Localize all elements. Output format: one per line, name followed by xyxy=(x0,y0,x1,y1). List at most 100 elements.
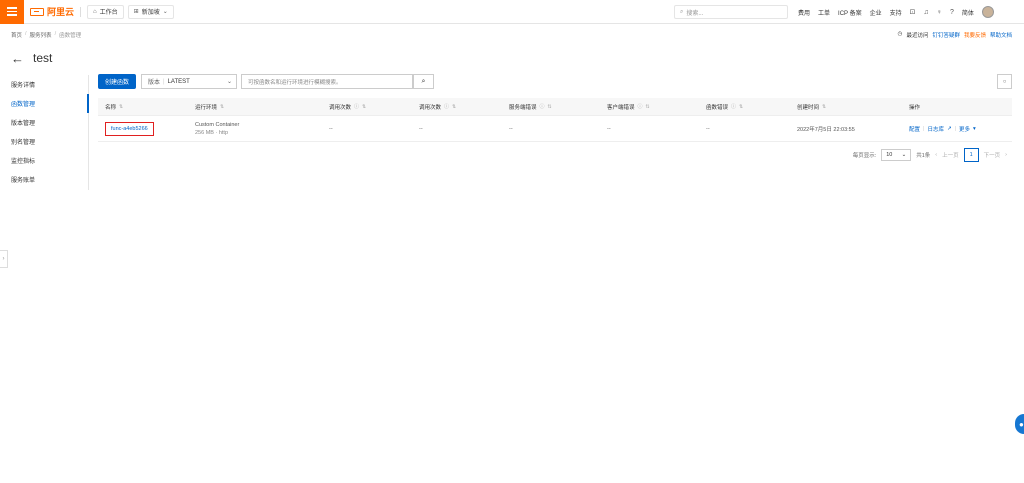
breadcrumb-home[interactable]: 首页 xyxy=(11,31,22,39)
dingtalk-link[interactable]: 钉钉答疑群 xyxy=(932,31,960,39)
version-select[interactable]: 版本 | LATEST ⌄ xyxy=(141,74,237,89)
support-link[interactable]: 支持 xyxy=(890,8,902,17)
breadcrumb-services[interactable]: 服务列表 xyxy=(30,31,52,39)
workbench-label: 工作台 xyxy=(99,10,118,16)
chevron-right-icon: › xyxy=(1005,152,1007,158)
help-icon[interactable]: ? xyxy=(950,9,954,16)
more-dropdown[interactable]: 更多 xyxy=(959,125,970,133)
external-link-icon: ↗ xyxy=(946,125,952,132)
per-page-select[interactable]: 10 ⌄ xyxy=(881,149,912,161)
floating-help-button[interactable]: ● xyxy=(1015,414,1024,434)
chevron-down-icon: ⌄ xyxy=(226,79,232,85)
info-icon: ⓘ xyxy=(354,104,360,110)
column-header-client-errors[interactable]: 客户端错误 ⓘ ⇅ xyxy=(607,103,706,111)
config-link[interactable]: 配置 xyxy=(909,125,920,133)
table-row: func-a4eb5266 Custom Container 256 MB · … xyxy=(98,116,1012,142)
sidebar-item-aliases[interactable]: 别名管理 xyxy=(0,132,88,151)
bell-icon[interactable]: ♫ xyxy=(924,9,929,16)
chat-icon: ● xyxy=(1019,419,1024,429)
table-header: 名称 ⇅ 运行环境 ⇅ 调用次数 ⓘ ⇅ 调用次数 ⓘ ⇅ 服务端错误 ⓘ ⇅ 客户端错误 ⓘ ⇅ … xyxy=(98,98,1012,116)
column-header-runtime[interactable]: 运行环境 ⇅ xyxy=(195,103,329,111)
home-icon: ⌂ xyxy=(93,8,97,15)
service-sidebar: 服务详情 函数管理 版本管理 别名管理 监控指标 服务账单 xyxy=(0,75,89,190)
sidebar-item-versions[interactable]: 版本管理 xyxy=(0,113,88,132)
search-icon: ⌕ xyxy=(421,77,426,85)
column-header-actions: 操作 xyxy=(909,104,921,111)
search-icon: ⌕ xyxy=(680,8,684,15)
enterprise-link[interactable]: 企业 xyxy=(870,8,882,17)
version-value: LATEST xyxy=(167,78,190,85)
invocations-cell: -- xyxy=(329,125,333,132)
back-arrow-icon[interactable]: ← xyxy=(11,52,24,65)
runtime-type: Custom Container xyxy=(195,121,240,128)
top-links: 费用 工单 ICP 备案 企业 支持 ⊡ ♫ ♀ ? 简体 xyxy=(798,0,994,24)
runtime-spec: 256 MB · http xyxy=(195,129,229,136)
region-label: 新加坡 xyxy=(141,10,160,16)
tickets-link[interactable]: 工单 xyxy=(818,8,830,17)
page-title: test xyxy=(33,51,53,65)
refresh-icon: ○ xyxy=(1002,78,1007,85)
next-page-button[interactable]: 下一页 xyxy=(984,151,1001,159)
language-switch[interactable]: 简体 xyxy=(962,8,974,17)
avatar[interactable] xyxy=(981,6,994,18)
location-icon: ⊞ xyxy=(133,9,139,15)
function-errors-cell: -- xyxy=(706,125,710,132)
prev-page-button[interactable]: 上一页 xyxy=(942,151,959,159)
create-function-button[interactable]: 创建函数 xyxy=(98,74,136,89)
global-search-input[interactable]: ⌕ 搜索... xyxy=(674,5,788,19)
breadcrumb: 首页 / 服务列表 / 函数管理 xyxy=(11,31,82,39)
version-key: 版本 xyxy=(148,80,161,86)
chevron-down-icon: ⌄ xyxy=(901,152,907,158)
functions-table: 名称 ⇅ 运行环境 ⇅ 调用次数 ⓘ ⇅ 调用次数 ⓘ ⇅ 服务端错误 ⓘ ⇅ 客户端错误 ⓘ ⇅ … xyxy=(98,98,1012,142)
billing-link[interactable]: 费用 xyxy=(798,8,810,17)
info-icon: ⓘ xyxy=(444,104,450,110)
calls-cell: -- xyxy=(419,125,423,132)
column-header-created[interactable]: 创建时间 ⇅ xyxy=(797,103,909,111)
info-icon: ⓘ xyxy=(731,104,737,110)
filter-placeholder: 可按函数名和运行环境进行模糊搜索。 xyxy=(248,79,342,86)
pagination: 每页显示: 10 ⌄ 共1条 ‹ 上一页 1 下一页 › xyxy=(853,148,1007,162)
header-links: ◷ 最近访问 钉钉答疑群 我要反馈 帮助文档 xyxy=(898,31,1012,39)
info-icon: ⓘ xyxy=(539,104,545,110)
sidebar-item-service-detail[interactable]: 服务详情 xyxy=(0,75,88,94)
logs-link[interactable]: 日志库 xyxy=(927,125,944,133)
workbench-button[interactable]: ⌂ 工作台 xyxy=(87,4,124,19)
chevron-down-icon: ⌄ xyxy=(162,9,168,15)
refresh-button[interactable]: ○ xyxy=(997,74,1012,89)
created-time-cell: 2022年7月5日 22:03:55 xyxy=(797,126,855,133)
per-page-value: 10 xyxy=(886,152,893,158)
search-button[interactable]: ⌕ xyxy=(413,74,434,89)
hamburger-menu-icon[interactable] xyxy=(0,0,24,24)
column-header-calls[interactable]: 调用次数 ⓘ ⇅ xyxy=(419,103,509,111)
feedback-link[interactable]: 我要反馈 xyxy=(964,31,986,39)
aliyun-logo[interactable]: 阿里云 xyxy=(30,5,74,18)
total-count: 共1条 xyxy=(916,153,931,159)
icp-link[interactable]: ICP 备案 xyxy=(838,8,862,17)
region-selector[interactable]: ⊞ 新加坡 ⌄ xyxy=(127,4,174,19)
page-header: ← test xyxy=(11,51,52,65)
help-docs-link[interactable]: 帮助文档 xyxy=(990,31,1012,39)
cloud-shell-icon[interactable]: ⊡ xyxy=(910,8,916,16)
sidebar-toggle-button[interactable]: › xyxy=(0,250,8,268)
sidebar-item-metrics[interactable]: 监控指标 xyxy=(0,151,88,170)
caret-down-icon: ▾ xyxy=(973,125,976,132)
current-page[interactable]: 1 xyxy=(963,148,979,162)
function-filter-input[interactable]: 可按函数名和运行环境进行模糊搜索。 xyxy=(241,74,413,89)
chevron-left-icon: ‹ xyxy=(935,152,938,158)
column-header-function-errors[interactable]: 函数错误 ⓘ ⇅ xyxy=(706,103,797,111)
info-icon: ⓘ xyxy=(637,104,643,110)
server-errors-cell: -- xyxy=(509,125,513,132)
breadcrumb-current: 函数管理 xyxy=(59,33,82,39)
clock-icon: ◷ xyxy=(897,31,903,37)
sidebar-item-functions[interactable]: 函数管理 xyxy=(0,94,89,113)
lightbulb-icon[interactable]: ♀ xyxy=(937,9,942,16)
runtime-cell: Custom Container 256 MB · http xyxy=(195,122,329,136)
sidebar-item-billing[interactable]: 服务账单 xyxy=(0,170,88,189)
actions-cell: 配置 | 日志库 ↗ | 更多 ▾ xyxy=(909,125,976,133)
recent-visits-link[interactable]: 最近访问 xyxy=(906,31,928,39)
aliyun-logo-icon xyxy=(30,7,44,16)
column-header-invocations[interactable]: 调用次数 ⓘ ⇅ xyxy=(329,103,419,111)
column-header-name[interactable]: 名称 ⇅ xyxy=(98,103,195,111)
function-name-link[interactable]: func-a4eb5266 xyxy=(105,121,154,136)
column-header-server-errors[interactable]: 服务端错误 ⓘ ⇅ xyxy=(509,103,607,111)
